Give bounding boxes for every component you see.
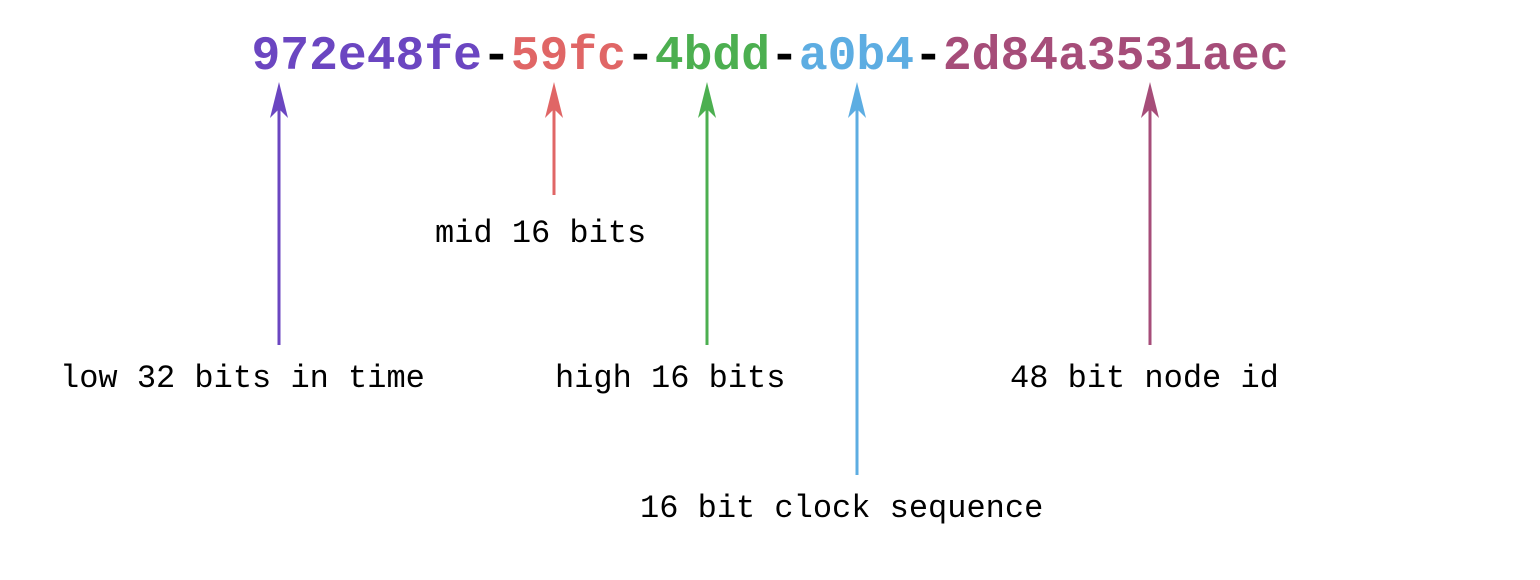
label-time-high: high 16 bits [555, 360, 785, 397]
uuid-dash: - [626, 30, 655, 84]
uuid-segment-clock-seq: a0b4 [799, 30, 914, 84]
uuid-dash: - [770, 30, 799, 84]
uuid-dash: - [914, 30, 943, 84]
label-time-low: low 32 bits in time [60, 360, 425, 397]
uuid-segment-node: 2d84a3531aec [943, 30, 1289, 84]
uuid-diagram: 972e48fe-59fc-4bdd-a0b4-2d84a3531aec low [0, 0, 1540, 580]
uuid-segment-time-mid: 59fc [511, 30, 626, 84]
label-time-mid: mid 16 bits [435, 215, 646, 252]
uuid-dash: - [482, 30, 511, 84]
uuid-segment-time-low: 972e48fe [252, 30, 482, 84]
label-clock-seq: 16 bit clock sequence [640, 490, 1043, 527]
label-node: 48 bit node id [1010, 360, 1279, 397]
uuid-segment-time-high: 4bdd [655, 30, 770, 84]
uuid-string: 972e48fe-59fc-4bdd-a0b4-2d84a3531aec [0, 30, 1540, 84]
